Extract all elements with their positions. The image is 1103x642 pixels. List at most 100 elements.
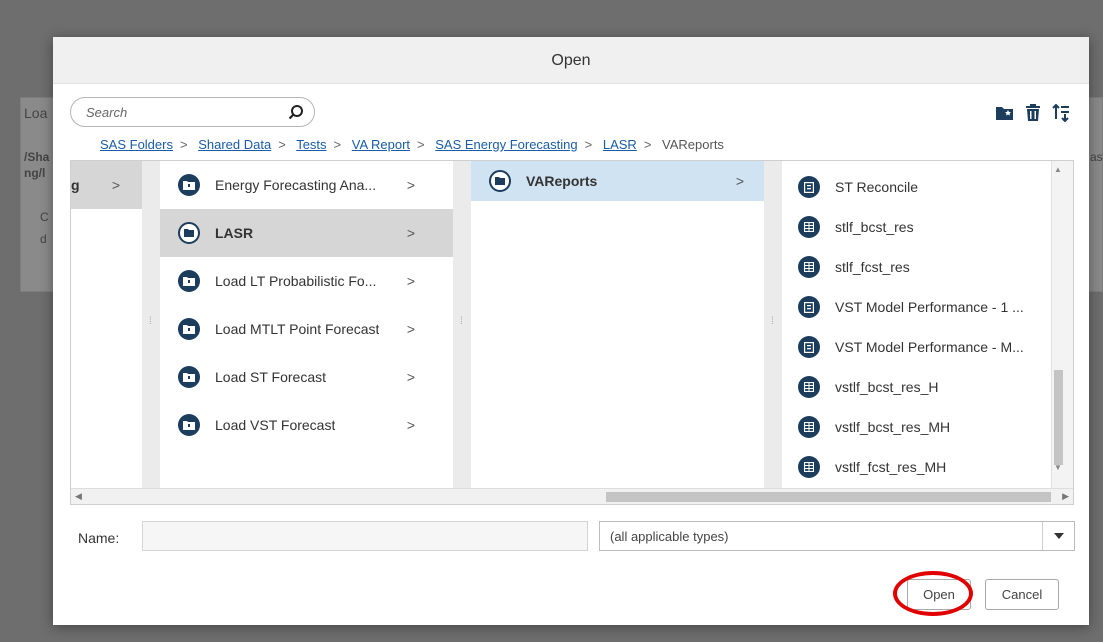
trash-icon[interactable] [1023,103,1043,123]
folder-icon [178,414,200,436]
folder-icon [178,174,200,196]
folder-item-label: Load ST Forecast [215,369,327,385]
folder-item-label: Energy Forecasting Ana... [215,177,377,193]
dialog-title: Open [53,37,1089,84]
folder-item-energy-forecasting[interactable]: Energy Forecasting Ana... > [160,161,453,209]
report-item[interactable]: VST Model Performance - M... [782,327,1051,367]
breadcrumb-separator: > [417,137,425,152]
folder-column-4: ST Reconcile stlf_bcst_res stlf_fcst_res… [782,161,1051,488]
report-icon [798,336,820,358]
folder-icon [489,170,511,192]
chevron-right-icon: > [406,225,415,241]
column-resize-handle[interactable]: ⁞ [142,161,160,488]
background-path-1: /Sha [24,150,50,164]
item-label: vstlf_bcst_res_MH [835,419,951,435]
folder-item-load-st[interactable]: Load ST Forecast > [160,353,453,401]
chevron-right-icon: > [735,173,744,189]
breadcrumb: SAS Folders > Shared Data > Tests > VA Repo… [100,137,724,152]
open-button[interactable]: Open [907,579,971,610]
scroll-right-icon[interactable]: ▶ [1062,491,1069,502]
file-type-select[interactable]: (all applicable types) [599,521,1075,551]
folder-item-label: LASR [215,225,254,241]
open-dialog: Open Search SAS Folders > Shared Data > Te… [53,37,1089,625]
table-icon [798,456,820,478]
table-item[interactable]: stlf_bcst_res [782,207,1051,247]
item-label: vstlf_bcst_res_H [835,379,939,395]
search-icon[interactable] [288,104,304,123]
file-type-value: (all applicable types) [610,529,729,544]
table-icon [798,216,820,238]
column-resize-handle[interactable]: ⁞ [764,161,782,488]
folder-icon [178,318,200,340]
item-label: vstlf_fcst_res_MH [835,459,947,475]
scroll-thumb[interactable] [1054,370,1063,465]
search-input[interactable]: Search [70,97,315,127]
chevron-right-icon: > [406,369,415,385]
scroll-thumb[interactable] [606,492,1051,502]
chevron-right-icon: > [406,417,415,433]
breadcrumb-sas-energy-forecasting[interactable]: SAS Energy Forecasting [435,137,577,152]
background-fragment-right: ast [1090,150,1103,164]
report-item[interactable]: ST Reconcile [782,167,1051,207]
table-item[interactable]: vstlf_bcst_res_MH [782,407,1051,447]
folder-column-2: Energy Forecasting Ana... > LASR > Load … [160,161,453,488]
scroll-left-icon[interactable]: ◀ [75,491,82,502]
item-label: stlf_bcst_res [835,219,914,235]
folder-item-partial[interactable]: g > [71,161,142,209]
chevron-right-icon: > [406,321,415,337]
folder-item-load-mtlt[interactable]: Load MTLT Point Forecast > [160,305,453,353]
column-resize-handle[interactable]: ⁞ [453,161,471,488]
breadcrumb-shared-data[interactable]: Shared Data [198,137,271,152]
new-folder-icon[interactable] [995,103,1015,123]
breadcrumb-separator: > [584,137,593,152]
chevron-right-icon: > [111,177,120,193]
item-label: VST Model Performance - 1 ... [835,299,1024,315]
folder-item-label: Load VST Forecast [215,417,336,433]
folder-column-3: VAReports > [471,161,764,488]
sort-icon[interactable] [1051,103,1071,123]
background-title: Loa [24,105,48,121]
toolbar [995,103,1071,123]
chevron-down-icon[interactable] [1042,522,1074,550]
item-label: stlf_fcst_res [835,259,910,275]
breadcrumb-tests[interactable]: Tests [296,137,326,152]
table-item[interactable]: stlf_fcst_res [782,247,1051,287]
horizontal-scrollbar[interactable]: ◀ ▶ [71,488,1073,504]
breadcrumb-sas-folders[interactable]: SAS Folders [100,137,173,152]
folder-item-vareports[interactable]: VAReports > [471,161,764,201]
background-fragment-d: d [40,232,47,246]
cancel-button[interactable]: Cancel [985,579,1059,610]
vertical-scrollbar[interactable]: ▲ ▼ [1051,161,1073,488]
folder-browser: g > ⁞ Energy Forecasting Ana... > LASR >… [70,160,1074,505]
item-label: VST Model Performance - M... [835,339,1024,355]
folder-item-lasr[interactable]: LASR > [160,209,453,257]
folder-icon [178,222,200,244]
scroll-up-icon[interactable]: ▲ [1054,165,1062,174]
folder-icon [178,270,200,292]
breadcrumb-separator: > [278,137,286,152]
folder-item-label: Load MTLT Point Forecast [215,321,380,337]
scroll-down-icon[interactable]: ▼ [1054,463,1062,472]
folder-item-load-lt[interactable]: Load LT Probabilistic Fo... > [160,257,453,305]
table-icon [798,256,820,278]
folder-icon [178,366,200,388]
report-icon [798,296,820,318]
folder-item-load-vst[interactable]: Load VST Forecast > [160,401,453,449]
breadcrumb-separator: > [179,137,188,152]
item-label: ST Reconcile [835,179,919,195]
table-item[interactable]: vstlf_fcst_res_MH [782,447,1051,487]
breadcrumb-separator: > [643,137,652,152]
name-label: Name: [78,530,120,546]
report-item[interactable]: VST Model Performance - 1 ... [782,287,1051,327]
report-icon [798,176,820,198]
folder-column-1: g > [71,161,142,488]
breadcrumb-lasr[interactable]: LASR [603,137,637,152]
table-item[interactable]: vstlf_bcst_res_H [782,367,1051,407]
chevron-right-icon: > [406,273,415,289]
folder-item-label: g [71,177,80,193]
breadcrumb-current: VAReports [662,137,724,152]
breadcrumb-va-report[interactable]: VA Report [352,137,410,152]
table-icon [798,376,820,398]
name-field[interactable] [142,521,588,551]
background-fragment-c: C [40,210,49,224]
